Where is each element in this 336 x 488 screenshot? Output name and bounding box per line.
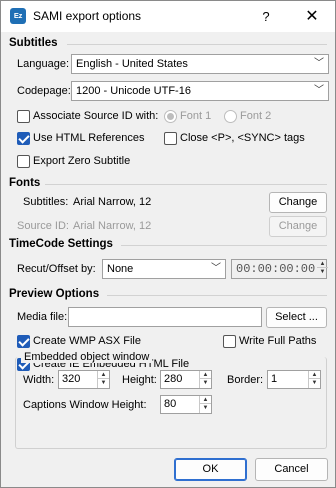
font2-label: Font 2 [240,110,272,122]
spin-down-icon[interactable]: ▼ [309,379,320,387]
associate-source-id-label: Associate Source ID with: [33,110,159,122]
font1-label: Font 1 [180,110,212,122]
associate-source-id-checkbox[interactable] [17,110,30,123]
border-value: 1 [271,373,278,385]
spin-up-icon[interactable]: ▲ [200,396,211,404]
fonts-divider [45,184,327,185]
ok-button[interactable]: OK [174,458,247,481]
create-wmp-asx-checkbox[interactable] [17,335,30,348]
chevron-down-icon: ﹀ [211,263,221,274]
help-button[interactable]: ? [243,1,289,32]
language-label: Language: [17,58,69,70]
subtitles-divider [67,44,327,45]
chevron-down-icon: ﹀ [314,58,324,69]
preview-options-heading: Preview Options [9,288,100,300]
height-value: 280 [164,373,183,385]
offset-spinner[interactable]: ▲ ▼ [317,260,329,278]
timecode-heading: TimeCode Settings [9,238,113,250]
spin-up-icon[interactable]: ▲ [200,371,211,379]
preview-divider [107,295,327,296]
use-html-references-checkbox[interactable] [17,132,30,145]
title-bar: Ez SAMI export options ? ✕ [1,1,335,32]
write-full-paths-checkbox[interactable] [223,335,236,348]
offset-timecode-value: 00:00:00:00 [236,262,316,276]
spin-down-icon[interactable]: ▼ [317,268,328,276]
close-button[interactable]: ✕ [289,1,335,32]
codepage-label: Codepage: [17,85,71,97]
close-tags-label: Close <P>, <SYNC> tags [180,132,305,144]
embedded-object-group-title: Embedded object window [21,351,153,363]
width-label: Width: [23,374,55,386]
height-label: Height: [122,374,157,386]
spin-down-icon[interactable]: ▼ [200,404,211,412]
spin-up-icon[interactable]: ▲ [98,371,109,379]
width-spinbox[interactable]: 320 ▲ ▼ [58,370,110,389]
source-id-font-label: Source ID: [17,220,69,232]
close-tags-checkbox[interactable] [164,132,177,145]
codepage-select-value: 1200 - Unicode UTF-16 [76,85,191,97]
select-media-file-button[interactable]: Select ... [266,307,327,328]
height-spinner[interactable]: ▲ ▼ [199,371,211,388]
change-source-id-font-button[interactable]: Change [269,216,327,237]
spin-up-icon[interactable]: ▲ [309,371,320,379]
recut-offset-label: Recut/Offset by: [17,263,96,275]
captions-window-height-label: Captions Window Height: [23,399,147,411]
height-spinbox[interactable]: 280 ▲ ▼ [160,370,212,389]
codepage-select[interactable]: 1200 - Unicode UTF-16 ﹀ [71,81,329,101]
width-spinner[interactable]: ▲ ▼ [97,371,109,388]
spin-up-icon[interactable]: ▲ [317,260,328,268]
recut-offset-select[interactable]: None ﹀ [102,259,226,279]
media-file-label: Media file: [17,311,68,323]
media-file-input[interactable] [68,307,262,327]
use-html-references-label: Use HTML References [33,132,145,144]
language-select-value: English - United States [76,58,188,70]
fonts-heading: Fonts [9,177,41,189]
sami-export-options-dialog: Ez SAMI export options ? ✕ Subtitles Lan… [0,0,336,488]
captions-window-height-value: 80 [164,398,177,410]
source-id-font-value: Arial Narrow, 12 [73,220,152,232]
spin-down-icon[interactable]: ▼ [200,379,211,387]
create-wmp-asx-label: Create WMP ASX File [33,335,141,347]
recut-offset-select-value: None [107,263,134,275]
border-spinbox[interactable]: 1 ▲ ▼ [267,370,321,389]
spin-down-icon[interactable]: ▼ [98,379,109,387]
subtitles-font-value: Arial Narrow, 12 [73,196,152,208]
cancel-button[interactable]: Cancel [255,458,328,481]
change-subtitles-font-button[interactable]: Change [269,192,327,213]
captions-height-spinner[interactable]: ▲ ▼ [199,396,211,413]
offset-timecode-field[interactable]: 00:00:00:00 [231,259,327,279]
export-zero-subtitle-label: Export Zero Subtitle [33,155,131,167]
border-label: Border: [227,374,264,386]
timecode-divider [121,245,327,246]
language-select[interactable]: English - United States ﹀ [71,54,329,74]
subtitles-font-label: Subtitles: [23,196,69,208]
chevron-down-icon: ﹀ [314,85,324,96]
window-title: SAMI export options [33,9,142,23]
app-icon: Ez [10,8,26,24]
width-value: 320 [62,373,81,385]
export-zero-subtitle-checkbox[interactable] [17,155,30,168]
captions-window-height-spinbox[interactable]: 80 ▲ ▼ [160,395,212,414]
write-full-paths-label: Write Full Paths [239,335,317,347]
font2-radio[interactable] [224,110,237,123]
subtitles-heading: Subtitles [9,37,58,49]
border-spinner[interactable]: ▲ ▼ [308,371,320,388]
font1-radio[interactable] [164,110,177,123]
